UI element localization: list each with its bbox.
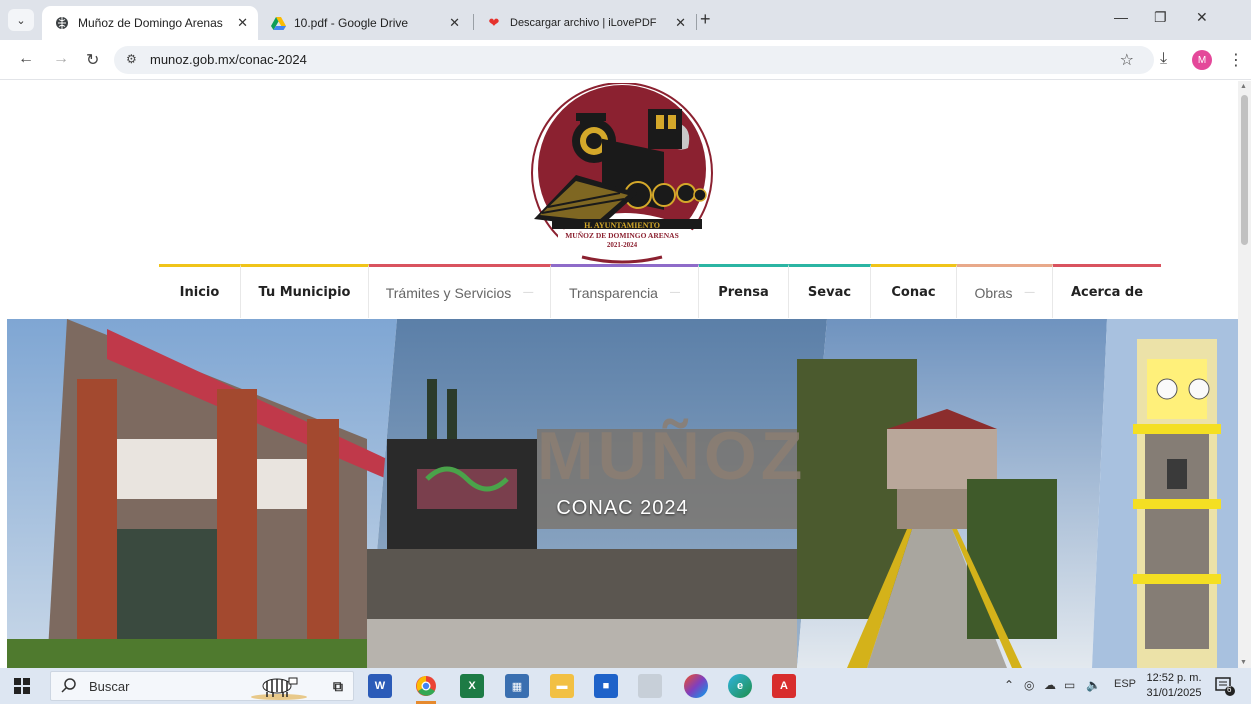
- windows-start-icon[interactable]: [14, 678, 30, 694]
- heart-icon: ❤: [488, 15, 500, 30]
- download-icon[interactable]: ⤓: [1160, 50, 1167, 68]
- tab-separator: [696, 14, 697, 30]
- tray-overflow-icon[interactable]: ⌃: [1004, 678, 1014, 692]
- google-drive-icon: [270, 15, 286, 31]
- nav-label: Acerca de: [1070, 285, 1144, 300]
- restore-icon[interactable]: ❐: [1154, 9, 1167, 26]
- municipality-logo[interactable]: H. AYUNTAMIENTO MUÑOZ DE DOMINGO ARENAS …: [528, 82, 716, 267]
- back-icon[interactable]: ←: [18, 50, 34, 68]
- taskbar-search[interactable]: Buscar: [50, 671, 354, 701]
- site-settings-icon[interactable]: ⚙: [126, 52, 137, 66]
- menu-dots-icon[interactable]: ⋮: [1228, 50, 1244, 70]
- excel-icon[interactable]: X: [460, 674, 484, 698]
- scroll-up-icon[interactable]: ▲: [1240, 83, 1247, 90]
- task-view-icon[interactable]: ⧉: [326, 674, 350, 698]
- hero-banner: MUÑOZ CONAC 2024: [7, 319, 1238, 668]
- dropdown-caret-icon: —: [523, 287, 534, 298]
- clock-date: 31/01/2025: [1146, 687, 1202, 699]
- notification-count: 6: [1227, 685, 1232, 694]
- edge-icon[interactable]: e: [728, 674, 752, 698]
- notification-center[interactable]: 6: [1215, 676, 1235, 696]
- nav-label: Tu Municipio: [258, 285, 351, 300]
- zebra-illustration-icon: [247, 674, 311, 705]
- forward-icon[interactable]: →: [53, 50, 69, 68]
- close-icon[interactable]: ✕: [237, 15, 248, 31]
- svg-text:MUÑOZ: MUÑOZ: [537, 418, 806, 494]
- acrobat-icon[interactable]: A: [772, 674, 796, 698]
- tab-title: Muñoz de Domingo Arenas: [78, 16, 223, 30]
- globe-icon: [54, 15, 70, 31]
- main-navigation: Inicio Tu Municipio Trámites y Servicios…: [159, 264, 1161, 318]
- nav-tramites-y-servicios[interactable]: Trámites y Servicios —: [369, 264, 551, 318]
- scroll-thumb[interactable]: [1241, 95, 1248, 245]
- volume-muted-icon[interactable]: 🔈: [1086, 678, 1101, 692]
- taskbar-clock[interactable]: 12:52 p. m. 31/01/2025: [1146, 671, 1202, 701]
- hero-photo-collage: MUÑOZ: [7, 319, 1238, 668]
- new-tab-button[interactable]: +: [700, 9, 711, 30]
- hero-title: CONAC 2024: [556, 497, 689, 519]
- tab-munoz[interactable]: Muñoz de Domingo Arenas ✕: [42, 6, 258, 40]
- nav-acerca-de[interactable]: Acerca de: [1053, 264, 1161, 318]
- nav-sevac[interactable]: Sevac: [789, 264, 871, 318]
- nav-inicio[interactable]: Inicio: [159, 264, 241, 318]
- network-icon[interactable]: ▭: [1064, 678, 1075, 692]
- copilot-icon[interactable]: [684, 674, 708, 698]
- tab-search-button[interactable]: ⌄: [8, 9, 34, 31]
- nav-label: Obras: [974, 284, 1013, 301]
- dropdown-caret-icon: —: [669, 287, 680, 298]
- store-icon[interactable]: ■: [594, 674, 618, 698]
- windows-taskbar: Buscar ⧉ W X ▦ ▬ ■ e A ⌃ ◎ ☁ ▭ 🔈 ESP 12:…: [0, 668, 1251, 704]
- nav-obras[interactable]: Obras —: [957, 264, 1053, 318]
- tab-title: 10.pdf - Google Drive: [294, 16, 409, 30]
- profile-avatar[interactable]: M: [1192, 50, 1212, 70]
- calculator-icon[interactable]: ▦: [505, 674, 529, 698]
- close-icon[interactable]: ✕: [449, 15, 460, 31]
- browser-toolbar: ← → ↻ ⚙ munoz.gob.mx/conac-2024 ☆ ⤓ ⋮: [0, 40, 1251, 80]
- notification-icon: [1215, 677, 1235, 696]
- scroll-down-icon[interactable]: ▼: [1240, 659, 1247, 666]
- close-icon[interactable]: ✕: [675, 15, 686, 31]
- nav-prensa[interactable]: Prensa: [699, 264, 789, 318]
- language-indicator[interactable]: ESP: [1114, 678, 1136, 690]
- tab-title: Descargar archivo | iLovePDF: [510, 17, 657, 29]
- nav-label: Sevac: [807, 285, 852, 300]
- web-page: H. AYUNTAMIENTO MUÑOZ DE DOMINGO ARENAS …: [0, 81, 1238, 668]
- logo-line-2: MUÑOZ DE DOMINGO ARENAS: [565, 231, 679, 240]
- nav-label: Transparencia: [569, 284, 658, 301]
- nav-label: Prensa: [718, 285, 769, 300]
- tab-strip: ⌄ Muñoz de Domingo Arenas ✕ 10.pdf - Goo…: [0, 0, 1251, 40]
- nav-label: Trámites y Servicios: [385, 284, 512, 301]
- tab-google-drive[interactable]: 10.pdf - Google Drive ✕: [258, 6, 470, 40]
- nav-tu-municipio[interactable]: Tu Municipio: [241, 264, 369, 318]
- address-bar[interactable]: ⚙ munoz.gob.mx/conac-2024 ☆: [114, 46, 1154, 74]
- tray-sync-icon[interactable]: ◎: [1024, 678, 1034, 692]
- logo-line-3: 2021-2024: [606, 241, 638, 249]
- tray-cloud-icon[interactable]: ☁: [1044, 678, 1056, 692]
- tab-ilovepdf[interactable]: ❤ Descargar archivo | iLovePDF ✕: [474, 6, 696, 40]
- bookmark-star-icon[interactable]: ☆: [1120, 50, 1134, 70]
- chrome-icon[interactable]: [414, 674, 438, 704]
- clock-time: 12:52 p. m.: [1146, 672, 1202, 684]
- nav-conac[interactable]: Conac: [871, 264, 957, 318]
- dropdown-caret-icon: —: [1024, 287, 1035, 298]
- close-window-icon[interactable]: ✕: [1196, 9, 1208, 26]
- url-text: munoz.gob.mx/conac-2024: [150, 52, 307, 67]
- word-icon[interactable]: W: [368, 674, 392, 698]
- minimize-icon[interactable]: —: [1114, 9, 1128, 25]
- chevron-down-icon: ⌄: [16, 14, 26, 27]
- blank-app-icon[interactable]: [638, 674, 662, 698]
- page-scrollbar[interactable]: ▲ ▼: [1238, 81, 1251, 668]
- search-placeholder: Buscar: [89, 679, 130, 694]
- nav-label: Inicio: [179, 285, 220, 300]
- logo-line-1: H. AYUNTAMIENTO: [584, 221, 660, 230]
- nav-label: Conac: [891, 285, 936, 300]
- search-icon: [61, 678, 77, 699]
- file-explorer-icon[interactable]: ▬: [550, 674, 574, 698]
- nav-transparencia[interactable]: Transparencia —: [551, 264, 699, 318]
- reload-icon[interactable]: ↻: [86, 50, 99, 70]
